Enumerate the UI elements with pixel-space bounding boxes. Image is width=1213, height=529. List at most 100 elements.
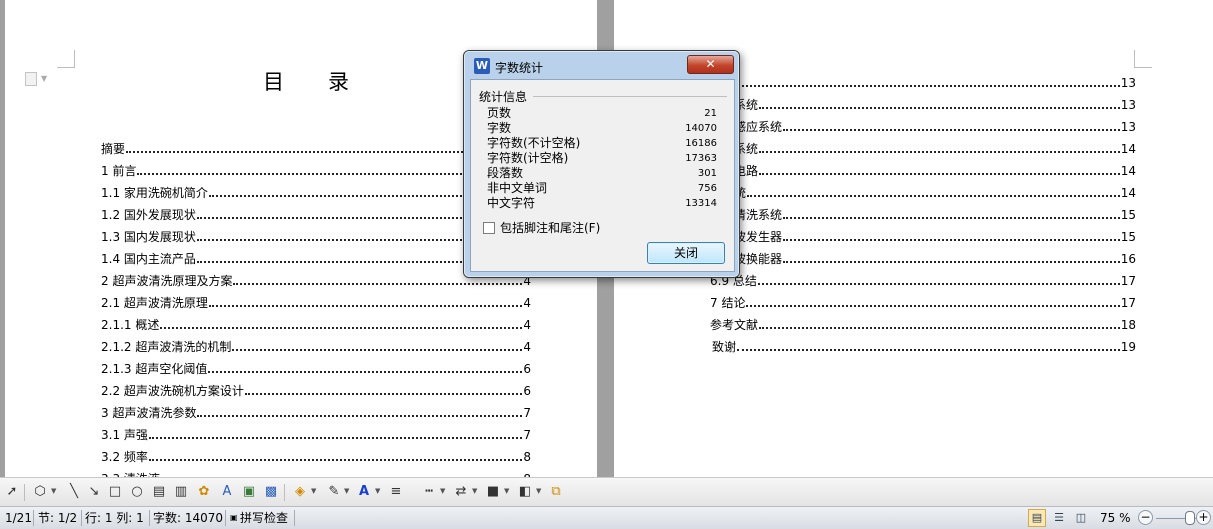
status-page[interactable]: 1/21	[5, 510, 32, 526]
toc-entry-label: 摘要	[101, 142, 126, 156]
line-style-icon[interactable]: ≡	[388, 484, 404, 500]
textbox-icon[interactable]: ▤	[151, 484, 167, 500]
chevron-down-icon[interactable]: ▼	[311, 487, 316, 495]
toc-entry[interactable]: 超声波发生器 15	[710, 229, 1136, 245]
toc-leader-dots	[737, 349, 1120, 351]
clipart-icon[interactable]: ✿	[196, 484, 212, 500]
arrow-icon[interactable]: ↘	[86, 484, 102, 500]
toc-entry[interactable]: 排水系统13	[710, 97, 1136, 113]
status-section[interactable]: 节: 1/2	[38, 510, 77, 526]
toc-entry-page: 13	[1120, 76, 1136, 90]
chevron-down-icon[interactable]: ▼	[536, 487, 541, 495]
toc-entry-page: 13	[1120, 98, 1136, 112]
wordart-icon[interactable]: A	[219, 484, 235, 500]
toc-leader-dots	[233, 283, 523, 285]
toc-leader-dots	[757, 283, 1120, 285]
dialog-titlebar[interactable]: W 字数统计 ✕	[468, 54, 735, 78]
zoom-slider-thumb[interactable]	[1185, 511, 1195, 525]
toolbar-divider	[284, 484, 285, 501]
status-divider	[33, 510, 34, 526]
status-divider	[149, 510, 150, 526]
toc-entry[interactable]: 2.2 超声波洗碗机方案设计 6	[101, 383, 531, 399]
toc-entry-label: 3 超声波清洗参数	[101, 406, 197, 420]
toc-entry[interactable]: 6.9 总结 17	[710, 273, 1136, 289]
dash-style-icon[interactable]: ┅	[421, 484, 437, 500]
group-divider	[533, 96, 727, 97]
checkbox-box[interactable]	[483, 222, 495, 234]
stat-value: 16186	[685, 138, 717, 149]
include-footnotes-checkbox[interactable]: 包括脚注和尾注(F)	[483, 220, 600, 236]
toc-entry-label: 1 前言	[101, 164, 137, 178]
toc-entry-page: 14	[1120, 164, 1136, 178]
toc-entry-label: 参考文献	[710, 318, 759, 332]
toc-entry[interactable]: 2.1 超声波清洗原理 4	[101, 295, 531, 311]
toc-entry[interactable]: 2.1.2 超声波清洗的机制 4	[101, 339, 531, 355]
toc-entry-label: 7 结论	[710, 296, 746, 310]
toc-entry-page: 14	[1120, 142, 1136, 156]
toc-title-char: 录	[328, 70, 349, 94]
toc-entry[interactable]: 超声清洗系统 15	[710, 207, 1136, 223]
toc-entry[interactable]: 洗槽13	[710, 75, 1136, 91]
toc-entry[interactable]: 2.1.3 超声空化阈值 6	[101, 361, 531, 377]
toc-entry[interactable]: 水位感应系统 13	[710, 119, 1136, 135]
chevron-down-icon[interactable]: ▼	[51, 487, 56, 495]
close-button[interactable]: 关闭	[647, 242, 725, 264]
page-view-icon[interactable]: ▤	[1028, 509, 1046, 527]
chevron-down-icon[interactable]: ▼	[472, 487, 477, 495]
toc-entry[interactable]: 3 超声波清洗参数 7	[101, 405, 531, 421]
rectangle-icon[interactable]: □	[107, 484, 123, 500]
toc-entry[interactable]: 7 结论 17	[710, 295, 1136, 311]
dialog-title: 字数统计	[495, 61, 544, 75]
chevron-down-icon[interactable]: ▼	[440, 487, 445, 495]
stat-label: 页数	[487, 106, 512, 120]
web-view-icon[interactable]: ◫	[1072, 509, 1090, 527]
zoom-in-icon[interactable]: +	[1196, 510, 1211, 525]
toc-entry-page: 17	[1120, 296, 1136, 310]
line-icon[interactable]: ╲	[66, 484, 82, 500]
shadow-style-icon[interactable]: ■	[485, 484, 501, 500]
toc-leader-dots	[148, 437, 523, 439]
picture-icon[interactable]: ▣	[241, 484, 257, 500]
toc-entry[interactable]: 2.1.1 概述 4	[101, 317, 531, 333]
toc-entry[interactable]: 加热系统14	[710, 141, 1136, 157]
status-word-count[interactable]: 字数: 14070	[153, 510, 223, 526]
dialog-close-icon[interactable]: ✕	[687, 55, 734, 74]
zoom-level[interactable]: 75 %	[1100, 510, 1131, 526]
paragraph-layout-icon[interactable]	[25, 72, 37, 86]
fill-color-icon[interactable]: ◈	[292, 484, 308, 500]
word-count-dialog: W 字数统计 ✕ 统计信息 页数 21 字数 14070 字符数(不计空格) 16186 字…	[463, 50, 740, 278]
chevron-down-icon[interactable]: ▼	[344, 487, 349, 495]
shapes-icon[interactable]: ⬡	[32, 484, 48, 500]
toc-entry[interactable]: 开关电路14	[710, 163, 1136, 179]
chevron-down-icon[interactable]: ▼	[375, 487, 380, 495]
stat-label: 中文字符	[487, 196, 536, 210]
toc-leader-dots	[747, 195, 1120, 197]
toc-entry[interactable]: 3.1 声强 7	[101, 427, 531, 443]
font-color-icon[interactable]: A	[356, 484, 372, 500]
toc-entry[interactable]: 臂系统14	[710, 185, 1136, 201]
line-color-icon[interactable]: ✎	[326, 484, 342, 500]
arrange-icon[interactable]: ⧉	[548, 484, 564, 500]
status-row-col[interactable]: 行: 1 列: 1	[85, 510, 144, 526]
outline-view-icon[interactable]: ☰	[1050, 509, 1068, 527]
ellipse-icon[interactable]: ○	[129, 484, 145, 500]
3d-style-icon[interactable]: ◧	[517, 484, 533, 500]
toc-entry[interactable]: 致谢 19	[712, 339, 1136, 355]
toc-entry[interactable]: 参考文献 18	[710, 317, 1136, 333]
chevron-down-icon[interactable]: ▼	[504, 487, 509, 495]
insert-picture-icon[interactable]: ▩	[263, 484, 279, 500]
stat-row: 字数 14070	[487, 121, 717, 136]
vertical-textbox-icon[interactable]: ▥	[173, 484, 189, 500]
chevron-down-icon[interactable]: ▼	[41, 74, 47, 83]
zoom-out-icon[interactable]: −	[1138, 510, 1153, 525]
toc-leader-dots	[759, 327, 1120, 329]
select-pointer-icon[interactable]: ➚	[4, 484, 20, 500]
toc-leader-dots	[160, 327, 523, 329]
spell-check-indicator-icon: ▣	[230, 513, 238, 522]
spell-check-toggle[interactable]: 拼写检查	[240, 510, 288, 526]
toc-entry[interactable]: 3.2 频率 8	[101, 449, 531, 465]
wps-writer-icon: W	[474, 58, 490, 74]
dialog-body: 统计信息 页数 21 字数 14070 字符数(不计空格) 16186 字符数(计空格) 17…	[470, 79, 735, 272]
arrow-style-icon[interactable]: ⇄	[453, 484, 469, 500]
toc-entry[interactable]: 超声波换能器 16	[710, 251, 1136, 267]
